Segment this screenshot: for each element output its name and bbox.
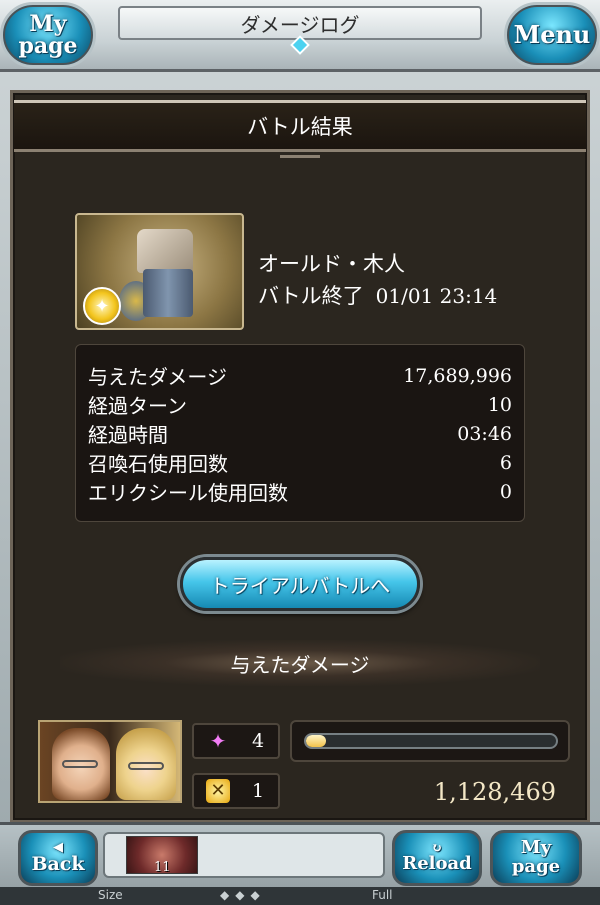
damage-bar-track [304, 733, 558, 749]
dummy-body-image [143, 269, 193, 317]
stat-value: 6 [499, 451, 512, 474]
stat-label: エリクシール使用回数 [88, 481, 288, 505]
mypage-label-line1: My [29, 11, 67, 37]
mypage-button[interactable]: My page [0, 2, 96, 68]
size-label: Size [98, 888, 123, 902]
stats-box: 与えたダメージ 17,689,996 経過ターン 10 経過時間 03:46 召… [75, 344, 525, 522]
stat-row-summons: 召喚石使用回数 6 [88, 448, 512, 477]
stat-row-damage: 与えたダメージ 17,689,996 [88, 361, 512, 390]
footer-mypage-button[interactable]: My page [490, 830, 582, 886]
chain-count: 1 [252, 780, 265, 802]
stat-row-time: 経過時間 03:46 [88, 419, 512, 448]
size-bar: Size ◆◆◆ Full [0, 887, 600, 905]
stat-label: 召喚石使用回数 [88, 452, 228, 476]
stat-label: 経過ターン [88, 394, 187, 418]
quest-thumbnail-number: 11 [154, 860, 171, 875]
mypage-label-line2: page [18, 33, 78, 59]
dummy-head-image [137, 229, 193, 273]
boss-thumbnail: ✦ [75, 213, 244, 330]
stat-value: 03:46 [457, 422, 512, 445]
boss-name: オールド・木人 [258, 252, 405, 276]
battle-datetime: 01/01 23:14 [375, 284, 498, 308]
damage-section-title: 与えたダメージ [60, 640, 540, 686]
glasses-1 [62, 760, 98, 768]
menu-button[interactable]: Menu [504, 2, 600, 68]
stat-value: 10 [487, 393, 512, 416]
damage-total: 1,128,469 [433, 778, 556, 806]
ability-count-box: ✦ 4 [192, 723, 280, 759]
full-label[interactable]: Full [372, 888, 393, 902]
stat-value: 0 [499, 480, 512, 503]
panel-title: バトル結果 [14, 100, 586, 158]
party-portrait [38, 720, 182, 803]
reload-button[interactable]: ↻ Reload [392, 830, 482, 886]
stat-row-turns: 経過ターン 10 [88, 390, 512, 419]
battle-status: バトル終了 [258, 284, 364, 308]
stat-value: 17,689,996 [403, 364, 512, 387]
stat-label: 与えたダメージ [88, 365, 227, 389]
damage-bar-box [290, 720, 570, 762]
sparkle-icon: ✦ [209, 729, 227, 753]
crossed-swords-icon: ✕ [204, 779, 232, 803]
ability-count: 4 [252, 730, 265, 752]
reload-label: Reload [402, 853, 472, 875]
footer-mypage-line2: page [511, 856, 561, 877]
stat-row-elixir: エリクシール使用回数 0 [88, 477, 512, 506]
stat-label: 経過時間 [88, 423, 168, 447]
battle-end-line: バトル終了 01/01 23:14 [258, 280, 497, 310]
trial-battle-button[interactable]: トライアルバトルへ [180, 557, 420, 611]
back-button[interactable]: ◀ Back [18, 830, 98, 886]
size-dots[interactable]: ◆◆◆ [220, 888, 266, 902]
light-element-icon: ✦ [83, 287, 121, 325]
glasses-2 [128, 762, 164, 770]
chain-count-box: ✕ 1 [192, 773, 280, 809]
damage-bar-fill [306, 735, 326, 747]
back-label: Back [31, 852, 85, 875]
